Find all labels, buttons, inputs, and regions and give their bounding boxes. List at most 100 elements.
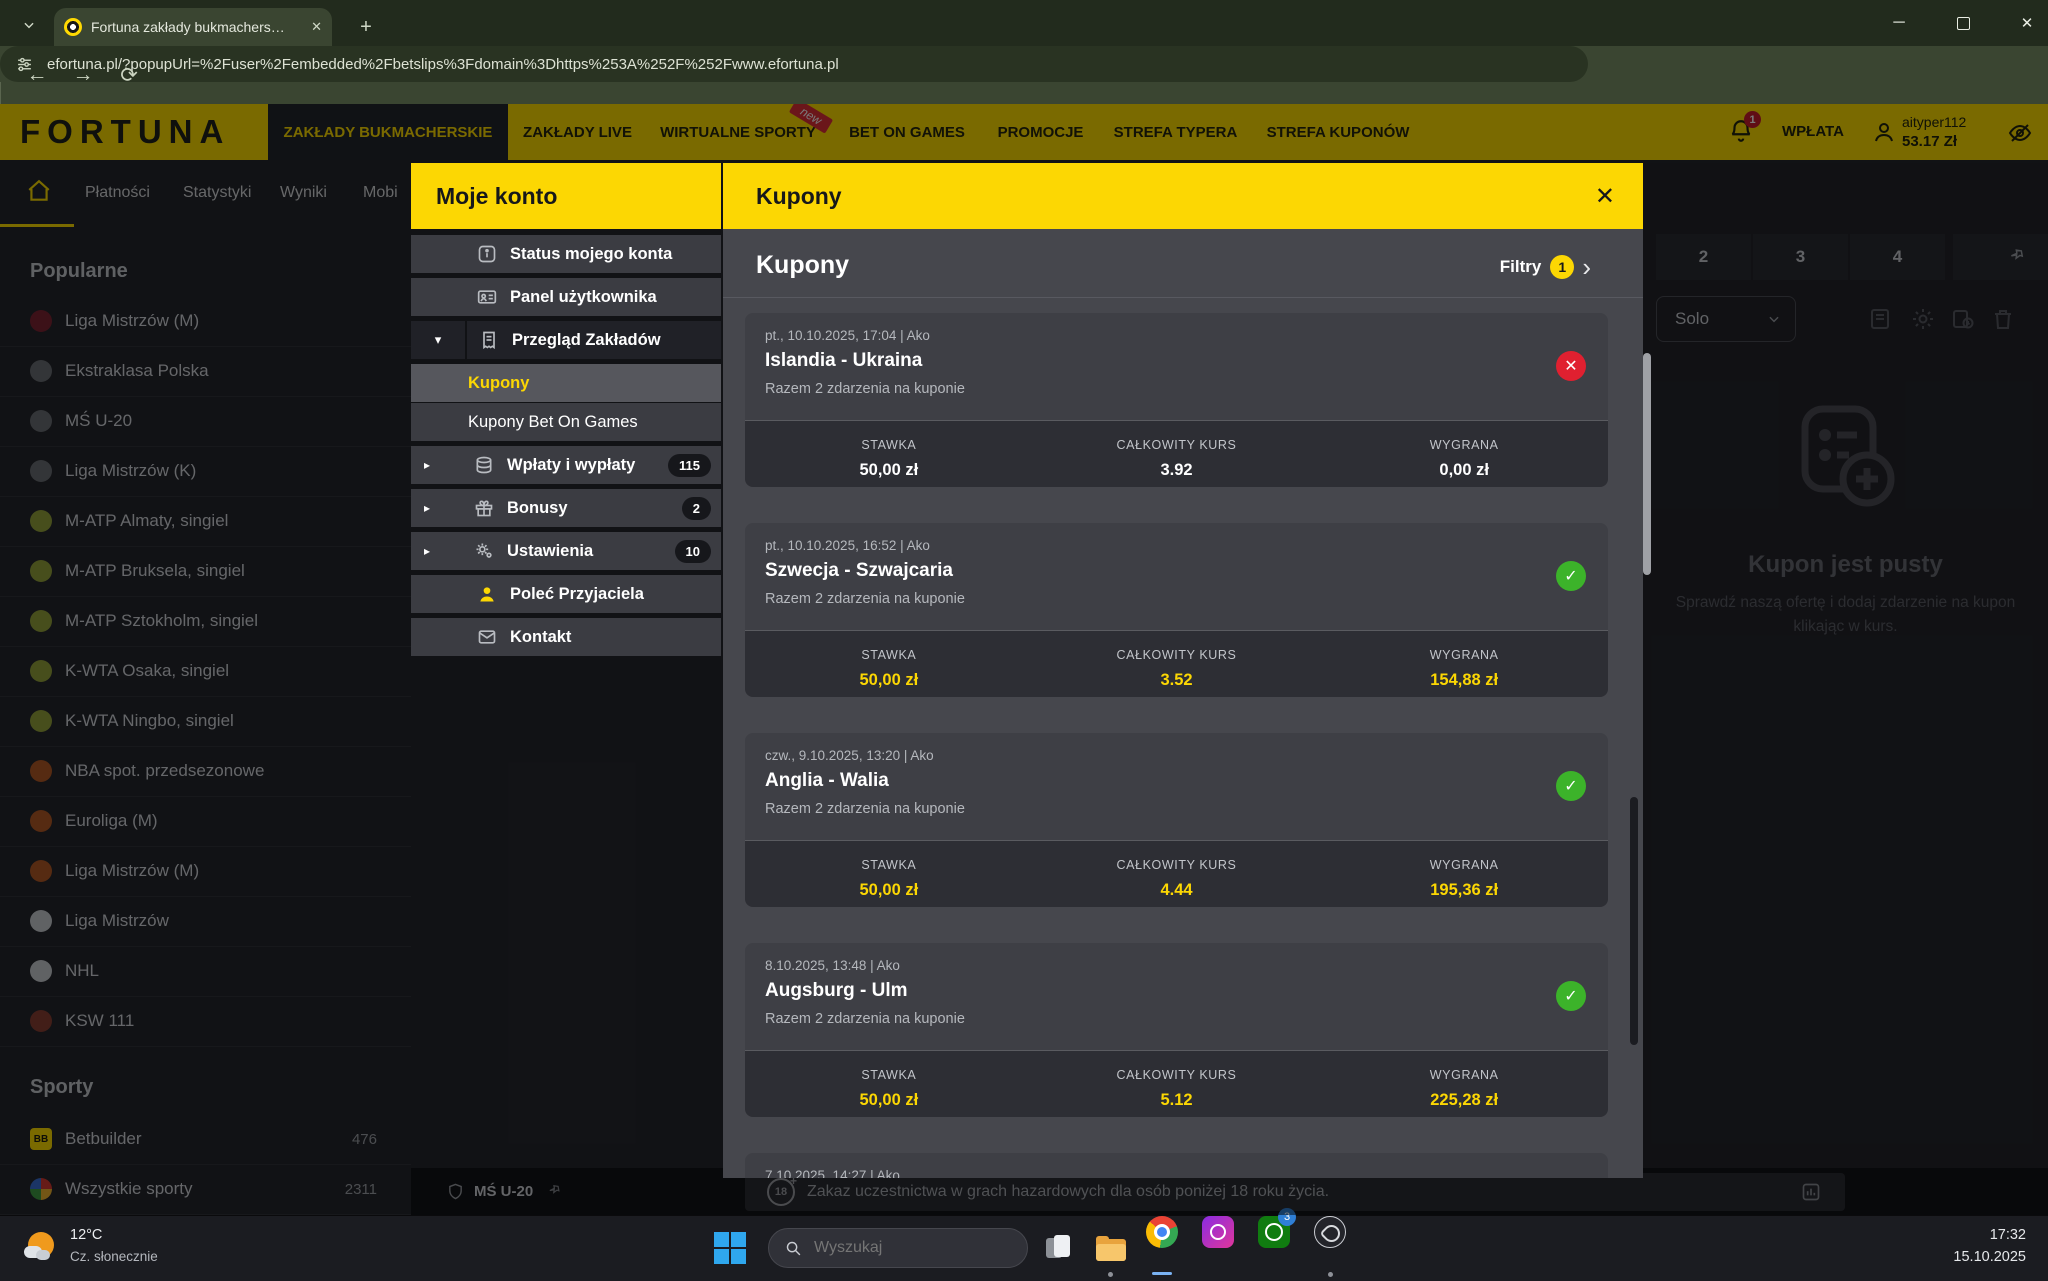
expand-caret-icon[interactable]: ▸	[424, 458, 434, 472]
coupon-date: 8.10.2025, 13:48 | Ako	[765, 958, 1588, 973]
receipt-icon	[479, 330, 499, 350]
win-value: 195,36 zł	[1320, 881, 1608, 900]
coupons-modal-title: Kupony	[756, 183, 842, 210]
coupon-title: Augsburg - Ulm	[765, 980, 1588, 1002]
bonusy-badge: 2	[682, 497, 711, 520]
account-item-bonusy[interactable]: ▸ Bonusy 2	[411, 489, 721, 527]
odds-value: 3.52	[1033, 671, 1321, 690]
stake-value: 50,00 zł	[745, 461, 1033, 480]
chevron-down-icon	[22, 18, 36, 32]
obs-icon[interactable]	[1314, 1216, 1346, 1248]
envelope-icon	[477, 627, 497, 647]
coupon-card-augsburg-ulm[interactable]: 8.10.2025, 13:48 | Ako Augsburg - Ulm Ra…	[745, 943, 1608, 1117]
odds-value: 4.44	[1033, 881, 1321, 900]
clock-time[interactable]: 17:32	[1906, 1227, 2026, 1243]
coupon-card-anglia-walia[interactable]: czw., 9.10.2025, 13:20 | Ako Anglia - Wa…	[745, 733, 1608, 907]
reload-button[interactable]: ⟳	[114, 61, 144, 89]
window-restore-button[interactable]	[1940, 0, 1986, 46]
coupon-subtitle: Razem 2 zdarzenia na kuponie	[765, 591, 1588, 607]
coupon-card-szwecja-szwajcaria[interactable]: pt., 10.10.2025, 16:52 | Ako Szwecja - S…	[745, 523, 1608, 697]
restore-icon	[1957, 17, 1970, 30]
account-item-panel[interactable]: Panel użytkownika	[411, 278, 721, 316]
clock-date[interactable]: 15.10.2025	[1906, 1249, 2026, 1265]
expand-caret-icon[interactable]: ▸	[424, 544, 434, 558]
new-tab-button[interactable]: +	[352, 13, 380, 41]
coins-icon	[474, 455, 494, 475]
ustawienia-badge: 10	[675, 540, 711, 563]
browser-tab[interactable]: Fortuna zakłady bukmacherskie ✕	[54, 8, 332, 46]
account-item-kupony-bet-on-games[interactable]: Kupony Bet On Games	[411, 403, 721, 441]
fortuna-favicon-icon	[64, 18, 82, 36]
browser-toolbar: ← → ⟳ ☆ ⋮	[0, 46, 2048, 104]
filters-button[interactable]: Filtry 1 ›	[1500, 255, 1591, 279]
coupons-modal-body: Kupony Filtry 1 › pt., 10.10.2025, 17:04…	[723, 229, 1643, 1178]
win-value: 0,00 zł	[1320, 461, 1608, 480]
list-scrollbar-thumb[interactable]	[1630, 797, 1638, 1045]
wplaty-badge: 115	[668, 454, 711, 477]
id-card-icon	[477, 287, 497, 307]
coupon-date: pt., 10.10.2025, 17:04 | Ako	[765, 328, 1588, 343]
win-label: WYGRANA	[1320, 438, 1608, 452]
coupon-date: czw., 9.10.2025, 13:20 | Ako	[765, 748, 1588, 763]
info-icon	[477, 244, 497, 264]
browser-titlebar: Fortuna zakłady bukmacherskie ✕ + ─ ✕	[0, 0, 2048, 46]
odds-label: CAŁKOWITY KURS	[1033, 438, 1321, 452]
start-button[interactable]	[714, 1232, 746, 1264]
account-item-kupony-active[interactable]: Kupony	[411, 364, 721, 402]
url-bar[interactable]	[0, 46, 1588, 82]
win-value: 154,88 zł	[1320, 671, 1608, 690]
obs-open-indicator	[1328, 1272, 1333, 1277]
odds-label: CAŁKOWITY KURS	[1033, 858, 1321, 872]
stake-label: STAWKA	[745, 648, 1033, 662]
forward-button[interactable]: →	[68, 61, 98, 89]
file-explorer-icon[interactable]	[1094, 1232, 1128, 1266]
odds-value: 5.12	[1033, 1091, 1321, 1110]
coupon-title: Anglia - Walia	[765, 770, 1588, 792]
coupon-card-islandia-ukraina[interactable]: pt., 10.10.2025, 17:04 | Ako Islandia - …	[745, 313, 1608, 487]
account-item-status[interactable]: Status mojego konta	[411, 235, 721, 273]
tab-close-icon[interactable]: ✕	[311, 19, 322, 35]
url-input[interactable]	[45, 55, 1572, 74]
coupon-subtitle: Razem 2 zdarzenia na kuponie	[765, 1011, 1588, 1027]
magnifier-icon	[785, 1240, 802, 1257]
weather-icon[interactable]	[24, 1230, 62, 1268]
stake-value: 50,00 zł	[745, 881, 1033, 900]
app-icon-purple[interactable]	[1202, 1216, 1234, 1248]
account-item-polec-przyjaciela[interactable]: Poleć Przyjaciela	[411, 575, 721, 613]
close-icon[interactable]: ✕	[1595, 182, 1615, 211]
account-modal-header: Moje konto	[411, 163, 721, 229]
xbox-icon[interactable]: 3	[1258, 1216, 1290, 1248]
coupon-date: pt., 10.10.2025, 16:52 | Ako	[765, 538, 1588, 553]
coupon-title: Islandia - Ukraina	[765, 350, 1588, 372]
account-item-przeglad-zakladow[interactable]: Przegląd Zakładów	[467, 321, 721, 359]
taskbar-search-input[interactable]	[812, 1238, 996, 1258]
stake-label: STAWKA	[745, 858, 1033, 872]
collapse-przeglad-button[interactable]: ▾	[411, 321, 465, 359]
expand-caret-icon[interactable]: ▸	[424, 501, 434, 515]
weather-temp[interactable]: 12°C	[70, 1227, 102, 1243]
task-view-icon[interactable]	[1042, 1232, 1076, 1266]
coupons-list-title: Kupony	[756, 251, 849, 280]
chrome-icon[interactable]	[1146, 1216, 1178, 1248]
account-item-ustawienia[interactable]: ▸ Ustawienia 10	[411, 532, 721, 570]
modal-scrollbar-thumb[interactable]	[1643, 353, 1651, 575]
window-minimize-button[interactable]: ─	[1876, 0, 1922, 46]
odds-value: 3.92	[1033, 461, 1321, 480]
stake-value: 50,00 zł	[745, 671, 1033, 690]
tab-search-button[interactable]	[14, 12, 44, 38]
win-label: WYGRANA	[1320, 648, 1608, 662]
coupon-subtitle: Razem 2 zdarzenia na kuponie	[765, 381, 1588, 397]
stake-label: STAWKA	[745, 438, 1033, 452]
taskbar-search[interactable]	[768, 1228, 1028, 1268]
account-item-kontakt[interactable]: Kontakt	[411, 618, 721, 656]
gear-icon	[474, 541, 494, 561]
back-button[interactable]: ←	[22, 61, 52, 89]
window-close-button[interactable]: ✕	[2004, 0, 2048, 46]
win-value: 225,28 zł	[1320, 1091, 1608, 1110]
coupon-card-partial[interactable]: 7.10.2025, 14:27 | Ako	[745, 1153, 1608, 1178]
coupon-date: 7.10.2025, 14:27 | Ako	[765, 1168, 1588, 1178]
divider	[723, 297, 1643, 298]
person-icon	[477, 584, 497, 604]
account-item-wplaty[interactable]: ▸ Wpłaty i wypłaty 115	[411, 446, 721, 484]
weather-desc[interactable]: Cz. słonecznie	[70, 1249, 158, 1264]
